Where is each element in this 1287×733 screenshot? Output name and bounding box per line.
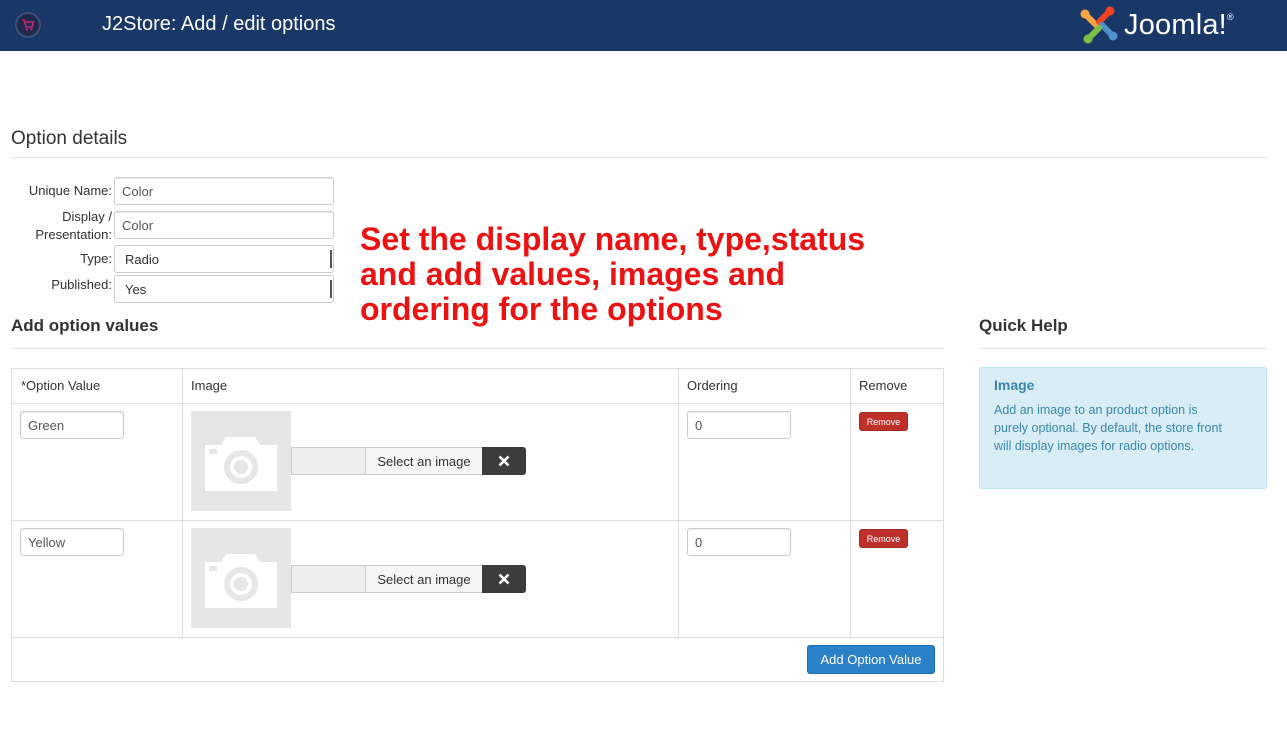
quick-help-box: Image Add an image to an product option …	[979, 367, 1267, 489]
tutorial-annotation: Set the display name, type,status and ad…	[360, 222, 960, 327]
quick-help-heading: Quick Help	[979, 316, 1068, 335]
close-icon	[498, 455, 510, 467]
help-title: Image	[994, 377, 1035, 393]
close-icon	[498, 573, 510, 585]
column-divider	[182, 369, 183, 637]
clear-image-button[interactable]	[482, 447, 526, 475]
divider	[979, 348, 1267, 349]
column-header-image: Image	[191, 378, 228, 393]
brand-registered-mark: ®	[1226, 12, 1234, 22]
column-divider	[850, 369, 851, 637]
annotation-line1: Set the display name, type,status	[360, 221, 866, 257]
help-text: Add an image to an product option is pur…	[994, 403, 1222, 453]
published-select[interactable]: Yes	[114, 275, 334, 303]
column-divider	[678, 369, 679, 637]
select-image-button[interactable]: Select an image	[365, 565, 483, 593]
cart-icon[interactable]	[15, 12, 41, 38]
divider	[11, 348, 944, 349]
type-label: Type:	[80, 251, 112, 266]
unique-name-label: Unique Name:	[28, 183, 112, 198]
annotation-line3: ordering for the options	[360, 291, 723, 327]
published-label: Published:	[51, 277, 112, 292]
type-select[interactable]: Radio	[114, 245, 334, 273]
display-label: Display / Presentation:	[20, 208, 112, 244]
published-select-value: Yes	[125, 281, 147, 297]
column-header-remove: Remove	[859, 378, 908, 393]
option-value-input[interactable]: Yellow	[20, 528, 124, 556]
type-select-value: Radio	[125, 251, 159, 267]
add-option-value-button[interactable]: Add Option Value	[807, 645, 935, 674]
display-label-line1: Display /	[62, 209, 112, 224]
option-values-table: *Option Value Image Ordering Remove Gree…	[11, 368, 944, 682]
remove-button[interactable]: Remove	[859, 412, 908, 431]
display-label-line2: Presentation:	[35, 227, 112, 242]
row-divider	[12, 403, 943, 404]
top-bar: J2Store: Add / edit options Joomla! ®	[0, 0, 1287, 51]
image-path-field[interactable]	[291, 565, 365, 593]
option-value-input[interactable]: Green	[20, 411, 124, 439]
image-path-field[interactable]	[291, 447, 365, 475]
joomla-logo[interactable]: Joomla! ®	[1080, 6, 1234, 44]
unique-name-input[interactable]: Color	[114, 177, 334, 205]
add-option-values-heading: Add option values	[11, 316, 159, 335]
row-divider	[12, 520, 943, 521]
ordering-input[interactable]: 0	[687, 411, 791, 439]
select-arrow-icon	[329, 250, 332, 268]
annotation-line2: and add values, images and	[360, 256, 786, 292]
display-name-input[interactable]: Color	[114, 211, 334, 239]
select-arrow-icon	[329, 280, 332, 298]
divider	[11, 157, 1267, 158]
column-header-ordering: Ordering	[687, 378, 738, 393]
option-details-heading: Option details	[11, 128, 128, 149]
brand-name: Joomla!	[1124, 8, 1227, 41]
select-image-button[interactable]: Select an image	[365, 447, 483, 475]
remove-button[interactable]: Remove	[859, 529, 908, 548]
camera-icon	[191, 528, 291, 628]
joomla-mark-icon	[1080, 6, 1118, 44]
camera-icon	[191, 411, 291, 511]
column-header-option-value: *Option Value	[21, 378, 101, 393]
row-divider	[12, 637, 943, 638]
ordering-input[interactable]: 0	[687, 528, 791, 556]
clear-image-button[interactable]	[482, 565, 526, 593]
page-title: J2Store: Add / edit options	[102, 13, 336, 35]
